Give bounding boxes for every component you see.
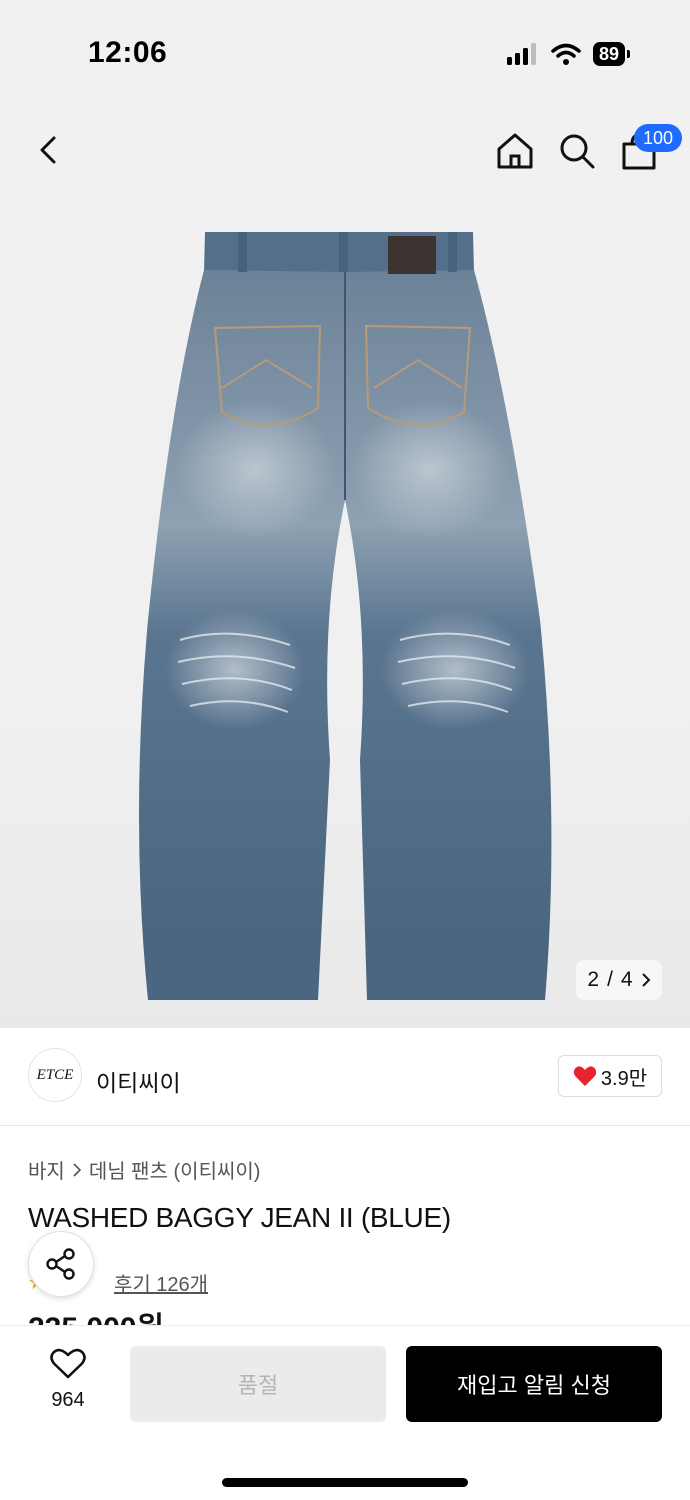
product-photo-jeans bbox=[139, 232, 552, 1000]
home-indicator bbox=[222, 1478, 468, 1487]
share-icon bbox=[46, 1248, 75, 1280]
brand-name[interactable]: 이티씨이 bbox=[96, 1064, 181, 1098]
bottom-action-bar: 964 품절 재입고 알림 신청 bbox=[0, 1325, 690, 1500]
status-bar: 12:06 89 bbox=[0, 0, 690, 110]
status-time: 12:06 bbox=[88, 36, 168, 69]
image-counter-total: 4 bbox=[620, 968, 633, 991]
battery-indicator: 89 bbox=[592, 42, 630, 66]
share-button[interactable] bbox=[28, 1231, 94, 1297]
image-counter-separator: / bbox=[607, 968, 613, 991]
breadcrumb-category[interactable]: 바지 bbox=[28, 1155, 65, 1184]
product-image-gallery[interactable]: 2 / 4 bbox=[0, 200, 690, 1028]
product-title: WASHED BAGGY JEAN II (BLUE) bbox=[28, 1202, 451, 1233]
brand-row[interactable]: ETCE 이티씨이 3.9만 bbox=[0, 1028, 690, 1126]
battery-cap bbox=[627, 50, 630, 58]
breadcrumb-subcategory[interactable]: 데님 팬츠 (이티씨이) bbox=[89, 1155, 261, 1184]
battery-level: 89 bbox=[592, 42, 625, 66]
top-navbar: 100 bbox=[0, 110, 690, 200]
chevron-right-icon bbox=[73, 1162, 81, 1177]
image-counter[interactable]: 2 / 4 bbox=[576, 960, 662, 1000]
brand-like-count: 3.9만 bbox=[600, 1067, 648, 1090]
chevron-right-icon bbox=[641, 973, 651, 987]
home-icon[interactable] bbox=[494, 130, 536, 172]
wifi-icon bbox=[551, 43, 581, 65]
status-icons: 89 bbox=[506, 42, 630, 66]
image-counter-current: 2 bbox=[587, 968, 600, 991]
brand-like-button[interactable]: 3.9만 bbox=[558, 1055, 662, 1097]
product-price: 235,000원 bbox=[28, 1308, 164, 1326]
review-link[interactable]: 후기 126개 bbox=[114, 1268, 208, 1297]
search-icon[interactable] bbox=[556, 130, 598, 172]
cart-count-badge: 100 bbox=[634, 124, 683, 152]
restock-alert-button[interactable]: 재입고 알림 신청 bbox=[406, 1346, 662, 1422]
back-arrow-icon[interactable] bbox=[30, 130, 70, 170]
heart-filled-icon bbox=[573, 1066, 597, 1086]
breadcrumb: 바지 데님 팬츠 (이티씨이) bbox=[28, 1155, 260, 1184]
brand-logo[interactable]: ETCE bbox=[28, 1048, 82, 1102]
wishlist-count: 964 bbox=[51, 1389, 85, 1411]
wishlist-button[interactable]: 964 bbox=[36, 1348, 100, 1412]
cellular-signal-icon bbox=[506, 43, 536, 65]
heart-outline-icon bbox=[50, 1348, 86, 1379]
soldout-button: 품절 bbox=[130, 1346, 386, 1422]
